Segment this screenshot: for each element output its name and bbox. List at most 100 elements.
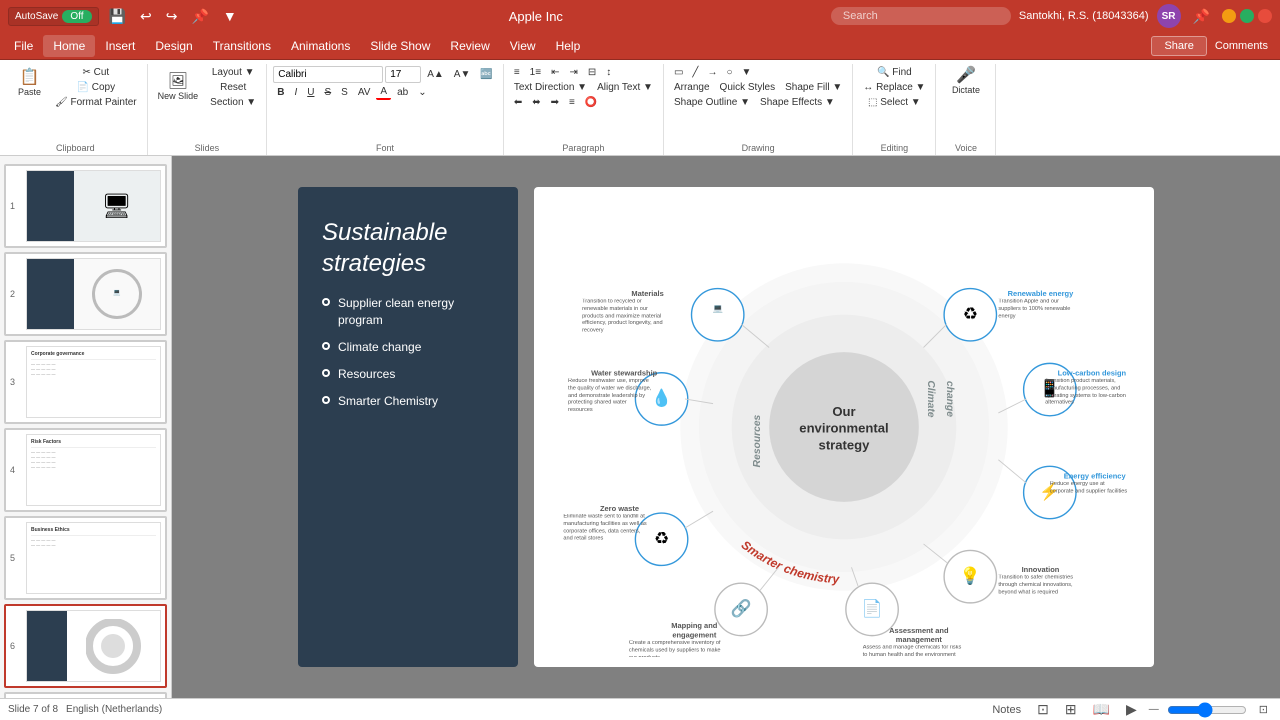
underline-button[interactable]: U: [303, 86, 318, 99]
menu-animations[interactable]: Animations: [281, 35, 360, 57]
share-button[interactable]: Share: [1151, 36, 1206, 56]
bullets-button[interactable]: ≡: [510, 66, 524, 79]
list-item: Supplier clean energy program: [322, 295, 494, 329]
left-panel[interactable]: Sustainable strategies Supplier clean en…: [298, 187, 518, 667]
section-button[interactable]: Section ▼: [206, 96, 260, 109]
canvas-area: Sustainable strategies Supplier clean en…: [172, 156, 1280, 698]
find-button[interactable]: 🔍 Find: [859, 66, 929, 79]
ribbon-group-drawing: ▭ ╱ → ○ ▼ Arrange Quick Styles Shape Fil…: [664, 64, 853, 155]
menu-file[interactable]: File: [4, 35, 43, 57]
slide-panel: 1 🖥 2 💻: [0, 156, 172, 698]
columns-button[interactable]: ⊟: [584, 66, 600, 79]
numbering-button[interactable]: 1≡: [526, 66, 545, 79]
align-left-button[interactable]: ⬅: [510, 96, 526, 109]
list-item: Resources: [322, 366, 494, 383]
shape-rect[interactable]: ▭: [670, 66, 687, 79]
format-painter-button[interactable]: 🖌 Format Painter: [51, 96, 141, 109]
status-right: Notes ⊡ ⊞ 📖 ▶ — ⊡: [988, 699, 1272, 720]
decrease-indent-button[interactable]: ⇤: [547, 66, 563, 79]
view-normal-button[interactable]: ⊡: [1033, 699, 1053, 720]
dictate-button[interactable]: 🎤 Dictate: [948, 66, 984, 97]
shape-more[interactable]: ▼: [738, 66, 756, 79]
reset-button[interactable]: Reset: [206, 81, 260, 94]
more-font-button[interactable]: ⌄: [414, 86, 430, 99]
align-text-button[interactable]: Align Text ▼: [593, 81, 657, 94]
decrease-font-button[interactable]: A▼: [450, 68, 475, 81]
shape-fill-button[interactable]: Shape Fill ▼: [781, 81, 846, 94]
slide-preview-2: 💻: [26, 258, 161, 330]
font-color-button[interactable]: A: [376, 85, 391, 100]
ribbon: 📋 Paste ✂ Cut 📄 Copy 🖌 Format Painter Cl…: [0, 60, 1280, 156]
save-button[interactable]: 💾: [105, 6, 130, 27]
slide-thumb-4[interactable]: 4 Risk Factors — — — — — — — — — — — — —…: [4, 428, 167, 512]
maximize-button[interactable]: [1240, 9, 1254, 23]
slide-thumb-1[interactable]: 1 🖥: [4, 164, 167, 248]
more-button[interactable]: ▼: [219, 6, 241, 26]
shape-circle[interactable]: ○: [722, 66, 736, 79]
increase-font-button[interactable]: A▲: [423, 68, 448, 81]
view-sorter-button[interactable]: ⊞: [1061, 699, 1081, 720]
clear-format-button[interactable]: 🔤: [476, 68, 496, 81]
svg-text:Resources: Resources: [752, 414, 763, 467]
layout-button[interactable]: Layout ▼: [206, 66, 260, 79]
copy-button[interactable]: 📄 Copy: [51, 81, 141, 94]
right-panel[interactable]: Our environmental strategy Resources Cli…: [534, 187, 1154, 667]
italic-button[interactable]: I: [290, 86, 301, 99]
paste-button[interactable]: 📋 Paste: [10, 66, 49, 109]
shape-arrow[interactable]: →: [703, 66, 721, 79]
shape-outline-button[interactable]: Shape Outline ▼: [670, 96, 754, 109]
menu-design[interactable]: Design: [145, 35, 202, 57]
shape-effects-button[interactable]: Shape Effects ▼: [756, 96, 839, 109]
highlight-button[interactable]: ab: [393, 86, 412, 99]
strikethrough-button[interactable]: S: [320, 86, 335, 99]
align-right-button[interactable]: ➡: [547, 96, 563, 109]
slide-thumb-2[interactable]: 2 💻: [4, 252, 167, 336]
autosave-toggle[interactable]: Off: [62, 10, 91, 23]
redo-button[interactable]: ↪: [162, 6, 182, 27]
slide-thumb-3[interactable]: 3 Corporate governance — — — — — — — — —…: [4, 340, 167, 424]
text-direction-button[interactable]: Text Direction ▼: [510, 81, 591, 94]
ribbon-toggle-button[interactable]: 📌: [1189, 6, 1214, 27]
shape-line[interactable]: ╱: [688, 66, 702, 79]
close-button[interactable]: [1258, 9, 1272, 23]
avatar[interactable]: SR: [1157, 4, 1181, 28]
minimize-button[interactable]: [1222, 9, 1236, 23]
arrange-button[interactable]: Arrange: [670, 81, 714, 94]
menu-view[interactable]: View: [500, 35, 546, 57]
notes-button[interactable]: Notes: [988, 702, 1025, 718]
spacing-button[interactable]: AV: [354, 86, 375, 99]
menu-help[interactable]: Help: [546, 35, 591, 57]
select-button[interactable]: ⬚ Select ▼: [859, 96, 929, 109]
menu-transitions[interactable]: Transitions: [203, 35, 281, 57]
replace-button[interactable]: ↔ Replace ▼: [859, 81, 929, 94]
justify-button[interactable]: ≡: [565, 96, 579, 109]
align-center-button[interactable]: ⬌: [528, 96, 544, 109]
slide-thumb-5[interactable]: 5 Business Ethics — — — — — — — — — —: [4, 516, 167, 600]
convert-smartart-button[interactable]: ⭕: [581, 96, 601, 109]
shadow-button[interactable]: S: [337, 86, 352, 99]
menu-home[interactable]: Home: [43, 35, 95, 57]
autosave-badge[interactable]: AutoSave Off: [8, 7, 99, 26]
view-reading-button[interactable]: 📖: [1089, 699, 1114, 720]
menu-slideshow[interactable]: Slide Show: [360, 35, 440, 57]
slide-thumb-7[interactable]: 7 Corporate culture — — — — — — — — — —: [4, 692, 167, 698]
line-spacing-button[interactable]: ↕: [602, 66, 615, 79]
cut-button[interactable]: ✂ Cut: [51, 66, 141, 79]
menu-review[interactable]: Review: [440, 35, 499, 57]
customize-button[interactable]: 📌: [187, 6, 212, 27]
font-size-input[interactable]: [385, 66, 421, 83]
menu-insert[interactable]: Insert: [95, 35, 145, 57]
comments-button[interactable]: Comments: [1207, 37, 1276, 55]
undo-button[interactable]: ↩: [136, 6, 156, 27]
font-name-input[interactable]: [273, 66, 383, 83]
zoom-slider[interactable]: [1167, 702, 1247, 718]
fit-slide-button[interactable]: ⊡: [1255, 701, 1272, 718]
increase-indent-button[interactable]: ⇥: [565, 66, 581, 79]
quick-styles-button[interactable]: Quick Styles: [716, 81, 780, 94]
bold-button[interactable]: B: [273, 86, 288, 99]
new-slide-button[interactable]: 🖼 New Slide: [154, 72, 203, 103]
slide-thumb-6[interactable]: 6: [4, 604, 167, 688]
search-input[interactable]: [831, 7, 1011, 25]
ribbon-group-voice: 🎤 Dictate Voice: [936, 64, 996, 155]
view-presenter-button[interactable]: ▶: [1122, 699, 1141, 720]
